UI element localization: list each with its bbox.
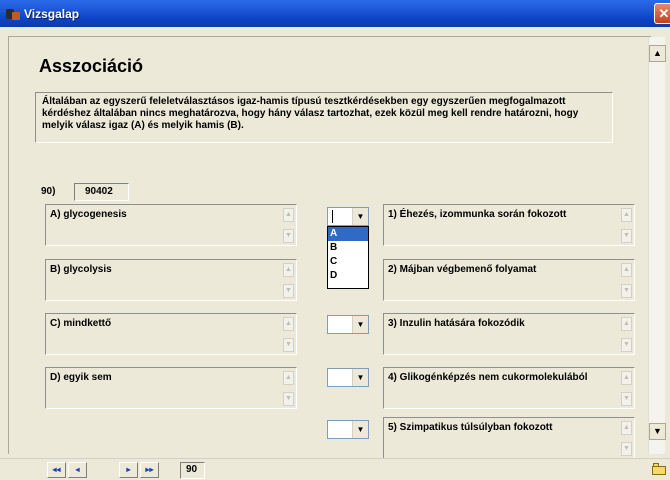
scroll-down-icon[interactable]: ▼ (621, 392, 632, 406)
answer-select-3[interactable]: ▼ (327, 315, 369, 334)
dropdown-option-a[interactable]: A (328, 227, 368, 241)
scroll-up-icon[interactable]: ▲ (621, 208, 632, 222)
last-page-button[interactable]: ▸▸ (140, 462, 159, 478)
answer-select-1[interactable]: ▼ (327, 207, 369, 226)
statement-label: 5) Szimpatikus túlsúlyban fokozott (388, 422, 553, 433)
option-box-c: C) mindkettő ▲ ▼ (45, 313, 297, 355)
statement-label: 3) Inzulin hatására fokozódik (388, 318, 525, 329)
chevron-down-icon[interactable]: ▼ (352, 316, 368, 333)
scroll-down-icon[interactable]: ▼ (649, 423, 666, 440)
option-box-d: D) egyik sem ▲ ▼ (45, 367, 297, 409)
statement-box-3: 3) Inzulin hatására fokozódik ▲ ▼ (383, 313, 635, 355)
option-box-b: B) glycolysis ▲ ▼ (45, 259, 297, 301)
first-page-button[interactable]: ◂◂ (47, 462, 66, 478)
option-label: C) mindkettő (50, 318, 112, 329)
instructions-text: Általában az egyszerű feleletválasztásos… (35, 92, 613, 143)
scroll-up-icon[interactable]: ▲ (283, 371, 294, 385)
scroll-up-icon[interactable]: ▲ (621, 371, 632, 385)
statement-scrollbar[interactable]: ▲ ▼ (621, 421, 632, 456)
answer-select-5[interactable]: ▼ (327, 420, 369, 439)
next-page-button[interactable]: ▸ (119, 462, 138, 478)
chevron-down-icon[interactable]: ▼ (352, 208, 368, 225)
chevron-down-icon[interactable]: ▼ (352, 369, 368, 386)
app-icon (6, 7, 20, 21)
dropdown-option-c[interactable]: C (328, 255, 368, 269)
page-scrollbar[interactable]: ▲ ▼ (648, 37, 666, 454)
scroll-down-icon[interactable]: ▼ (621, 442, 632, 456)
option-box-a: A) glycogenesis ▲ ▼ (45, 204, 297, 246)
option-scrollbar[interactable]: ▲ ▼ (283, 263, 294, 298)
statement-scrollbar[interactable]: ▲ ▼ (621, 208, 632, 243)
scroll-up-icon[interactable]: ▲ (283, 208, 294, 222)
previous-page-button[interactable]: ◂ (68, 462, 87, 478)
text-caret (332, 210, 333, 223)
folder-icon[interactable] (652, 463, 666, 475)
scroll-down-icon[interactable]: ▼ (283, 338, 294, 352)
scroll-up-icon[interactable]: ▲ (621, 421, 632, 435)
scroll-up-icon[interactable]: ▲ (621, 263, 632, 277)
statement-box-2: 2) Májban végbemenő folyamat ▲ ▼ (383, 259, 635, 301)
close-button[interactable]: ✕ (654, 3, 670, 24)
page-number-field[interactable]: 90 (180, 462, 205, 479)
scroll-down-icon[interactable]: ▼ (621, 338, 632, 352)
page-title: Asszociáció (39, 56, 144, 76)
scroll-down-icon[interactable]: ▼ (621, 229, 632, 243)
dropdown-option-b[interactable]: B (328, 241, 368, 255)
title-bar: Vizsgalap ✕ (0, 0, 670, 27)
statement-scrollbar[interactable]: ▲ ▼ (621, 317, 632, 352)
scrollbar-thumb[interactable] (650, 63, 665, 403)
statement-box-1: 1) Éhezés, izommunka során fokozott ▲ ▼ (383, 204, 635, 246)
statement-label: 1) Éhezés, izommunka során fokozott (388, 209, 567, 220)
option-scrollbar[interactable]: ▲ ▼ (283, 317, 294, 352)
statement-box-4: 4) Glikogénképzés nem cukormolekulából ▲… (383, 367, 635, 409)
statement-scrollbar[interactable]: ▲ ▼ (621, 263, 632, 298)
statement-scrollbar[interactable]: ▲ ▼ (621, 371, 632, 406)
scroll-up-icon[interactable]: ▲ (649, 45, 666, 62)
question-code-field: 90402 (74, 183, 129, 201)
statement-label: 2) Májban végbemenő folyamat (388, 264, 537, 275)
scroll-down-icon[interactable]: ▼ (621, 284, 632, 298)
navigation-bar: ◂◂ ◂ ▸ ▸▸ 90 (0, 458, 670, 480)
option-label: A) glycogenesis (50, 209, 127, 220)
answer-select-4[interactable]: ▼ (327, 368, 369, 387)
option-label: B) glycolysis (50, 264, 112, 275)
chevron-down-icon[interactable]: ▼ (352, 421, 368, 438)
scroll-up-icon[interactable]: ▲ (283, 317, 294, 331)
scroll-up-icon[interactable]: ▲ (283, 263, 294, 277)
scroll-down-icon[interactable]: ▼ (283, 392, 294, 406)
option-label: D) egyik sem (50, 372, 112, 383)
dropdown-option-d[interactable]: D (328, 269, 368, 283)
statement-box-5: 5) Szimpatikus túlsúlyban fokozott ▲ ▼ (383, 417, 635, 459)
option-scrollbar[interactable]: ▲ ▼ (283, 208, 294, 243)
question-number: 90) (41, 186, 56, 197)
scroll-up-icon[interactable]: ▲ (621, 317, 632, 331)
scroll-down-icon[interactable]: ▼ (283, 284, 294, 298)
window-title: Vizsgalap (24, 6, 80, 21)
statement-label: 4) Glikogénképzés nem cukormolekulából (388, 372, 588, 383)
option-scrollbar[interactable]: ▲ ▼ (283, 371, 294, 406)
answer-dropdown-list[interactable]: A B C D (327, 226, 369, 289)
scroll-down-icon[interactable]: ▼ (283, 229, 294, 243)
